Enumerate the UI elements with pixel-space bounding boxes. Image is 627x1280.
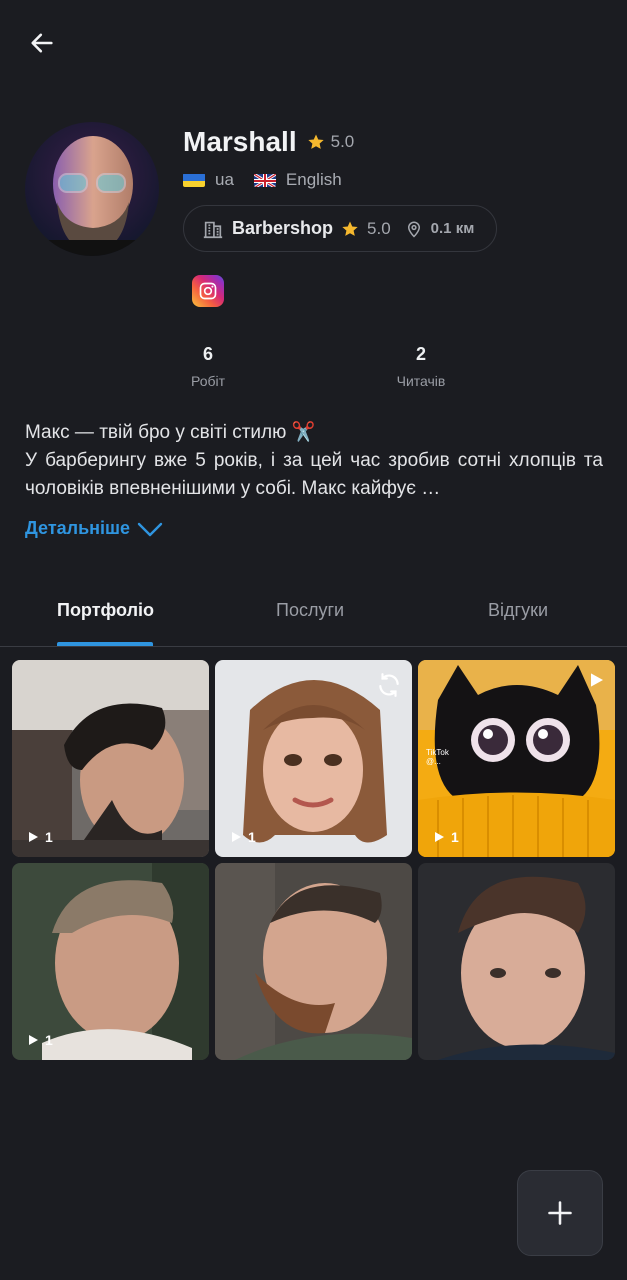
tab-services[interactable]: Послуги: [276, 600, 344, 621]
stat-works[interactable]: 6 Робіт: [128, 344, 288, 389]
bio: Макс — твій бро у світі стилю ✂️ У барбе…: [25, 419, 603, 503]
arrow-left-icon: [31, 33, 53, 53]
back-button[interactable]: [22, 26, 62, 60]
stat-followers-label: Читачів: [396, 373, 446, 389]
bio-line-2: У барберингу вже 5 років, і за цей час з…: [25, 450, 603, 499]
portfolio-image: [12, 660, 209, 857]
play-icon: [29, 832, 38, 842]
play-icon: [435, 832, 444, 842]
refresh-icon: [376, 672, 402, 703]
barbershop-rating: 5.0: [367, 218, 391, 238]
more-label: Детальніше: [25, 518, 131, 538]
portfolio-item[interactable]: [418, 863, 615, 1060]
tab-bar: Портфоліо Послуги Відгуки: [0, 580, 627, 648]
play-icon: [589, 672, 605, 693]
portfolio-item[interactable]: 1: [12, 660, 209, 857]
tab-divider: [0, 646, 627, 647]
portfolio-grid: 1 1 TikTok @... 1 1: [12, 660, 615, 1060]
video-count: 1: [451, 829, 459, 845]
star-icon: [307, 134, 324, 149]
profile-rating-value: 5.0: [330, 132, 355, 151]
languages: ua English: [183, 170, 342, 190]
language-ua: ua: [183, 170, 234, 190]
stat-followers[interactable]: 2 Читачів: [341, 344, 501, 389]
ukraine-flag-icon: [183, 173, 205, 187]
more-link[interactable]: Детальніше: [25, 518, 164, 539]
chevron-down-icon: [137, 522, 163, 536]
video-count: 1: [45, 1032, 53, 1048]
stat-works-label: Робіт: [190, 373, 226, 389]
profile-rating: 5.0: [307, 132, 355, 152]
portfolio-image: [418, 863, 615, 1060]
portfolio-item[interactable]: 1: [215, 660, 412, 857]
video-badge: 1: [434, 829, 459, 845]
play-icon: [29, 1035, 38, 1045]
tab-reviews[interactable]: Відгуки: [488, 600, 548, 621]
profile-name: Marshall: [183, 126, 297, 157]
tiktok-label: TikTok: [426, 748, 449, 757]
video-badge: 1: [231, 829, 256, 845]
stat-works-value: 6: [202, 344, 213, 364]
language-label: English: [285, 170, 342, 189]
barbershop-chip[interactable]: Barbershop 5.0 0.1 км: [183, 205, 497, 252]
video-count: 1: [248, 829, 256, 845]
tiktok-handle: @...: [426, 757, 441, 766]
portfolio-image: [215, 863, 412, 1060]
portfolio-item[interactable]: 1: [12, 863, 209, 1060]
language-label: ua: [215, 170, 234, 189]
bio-line-1: Макс — твій бро у світі стилю ✂️: [25, 422, 316, 443]
play-icon: [232, 832, 241, 842]
portfolio-item[interactable]: TikTok @... 1: [418, 660, 615, 857]
tiktok-watermark: TikTok @...: [426, 748, 449, 766]
building-icon: [203, 221, 223, 238]
add-button[interactable]: [517, 1170, 603, 1256]
language-en: English: [253, 170, 342, 190]
star-icon: [342, 221, 358, 236]
portfolio-item[interactable]: [215, 863, 412, 1060]
avatar: [25, 122, 159, 256]
video-badge: 1: [28, 1032, 53, 1048]
stat-followers-value: 2: [415, 344, 426, 364]
barbershop-distance: 0.1 км: [430, 220, 475, 237]
profile-header: Marshall 5.0: [183, 126, 354, 158]
tab-portfolio[interactable]: Портфоліо: [57, 600, 154, 621]
uk-flag-icon: [253, 173, 276, 187]
video-count: 1: [45, 829, 53, 845]
barbershop-name: Barbershop: [232, 218, 334, 238]
portfolio-image: [12, 863, 209, 1060]
plus-icon: [548, 1201, 572, 1225]
location-pin-icon: [407, 221, 420, 238]
instagram-icon[interactable]: [192, 275, 224, 307]
video-badge: 1: [28, 829, 53, 845]
